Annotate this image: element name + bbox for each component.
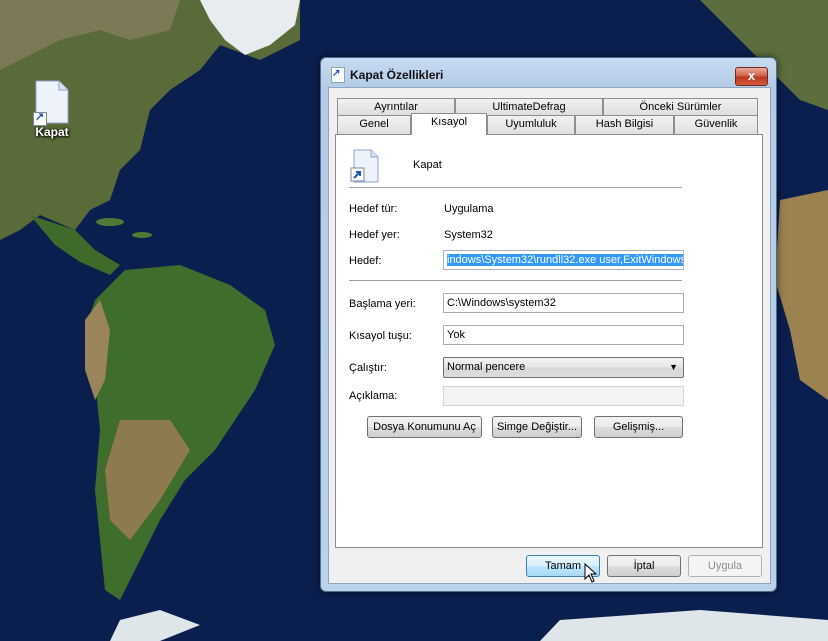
tab-label: Kısayol [430, 116, 468, 128]
tab-label: Önceki Sürümler [639, 101, 722, 113]
tab-compatibility[interactable]: Uyumluluk [487, 115, 575, 135]
shortcut-key-input[interactable]: Yok [443, 325, 684, 345]
mouse-cursor-icon [584, 563, 598, 583]
file-icon [33, 80, 69, 126]
shortcut-name: Kapat [413, 159, 442, 171]
shortcut-tab-panel: Kapat Hedef tür: Uygulama Hedef yer: Sys… [335, 134, 763, 548]
tab-label: Güvenlik [694, 118, 738, 130]
start-in-input[interactable]: C:\Windows\system32 [443, 293, 684, 313]
shortcut-file-icon [350, 149, 380, 183]
shortcut-icon [331, 67, 345, 83]
run-select[interactable]: Normal pencere ▼ [443, 357, 684, 378]
target-type-label: Hedef tür: [349, 203, 398, 215]
target-type-value: Uygulama [444, 203, 494, 215]
tab-shortcut[interactable]: Kısayol [411, 113, 487, 135]
target-location-value: System32 [444, 229, 493, 241]
desktop-icon-label: Kapat [35, 125, 69, 139]
tab-security[interactable]: Güvenlik [674, 115, 758, 135]
close-icon: x [747, 68, 756, 83]
cancel-button[interactable]: İptal [607, 555, 681, 577]
run-label: Çalıştır: [349, 362, 387, 374]
target-location-label: Hedef yer: [349, 229, 400, 241]
properties-window: Kapat Özellikleri x Ayrıntılar UltimateD… [320, 57, 777, 592]
change-icon-button[interactable]: Simge Değiştir... [492, 416, 582, 438]
tab-hash-info[interactable]: Hash Bilgisi [575, 115, 674, 135]
divider [349, 280, 682, 282]
apply-button[interactable]: Uygula [688, 555, 762, 577]
close-button[interactable]: x [735, 67, 768, 86]
tab-general[interactable]: Genel [337, 115, 411, 135]
title-bar[interactable]: Kapat Özellikleri x [321, 58, 776, 88]
shortcut-arrow-icon [33, 110, 47, 126]
tab-label: Uyumluluk [505, 118, 557, 130]
chevron-down-icon: ▼ [669, 362, 678, 372]
start-in-label: Başlama yeri: [349, 298, 416, 310]
target-input-text: indows\System32\rundll32.exe user,ExitWi… [447, 254, 683, 266]
shortcut-key-label: Kısayol tuşu: [349, 330, 412, 342]
dialog-client-area: Ayrıntılar UltimateDefrag Önceki Sürümle… [328, 87, 771, 584]
tab-label: Hash Bilgisi [595, 118, 654, 130]
advanced-button[interactable]: Gelişmiş... [594, 416, 683, 438]
tab-previous-versions[interactable]: Önceki Sürümler [603, 98, 758, 115]
tab-label: Ayrıntılar [374, 101, 418, 113]
run-select-value: Normal pencere [447, 361, 526, 373]
open-file-location-button[interactable]: Dosya Konumunu Aç [367, 416, 482, 438]
window-title: Kapat Özellikleri [350, 68, 444, 82]
target-label: Hedef: [349, 255, 382, 267]
comment-label: Açıklama: [349, 390, 398, 402]
target-input[interactable]: indows\System32\rundll32.exe user,ExitWi… [443, 250, 684, 270]
comment-input[interactable] [443, 386, 684, 406]
divider [349, 187, 682, 189]
tab-label: Genel [359, 118, 389, 130]
desktop-shortcut-kapat[interactable]: Kapat [22, 80, 82, 139]
tab-label: UltimateDefrag [492, 101, 566, 113]
